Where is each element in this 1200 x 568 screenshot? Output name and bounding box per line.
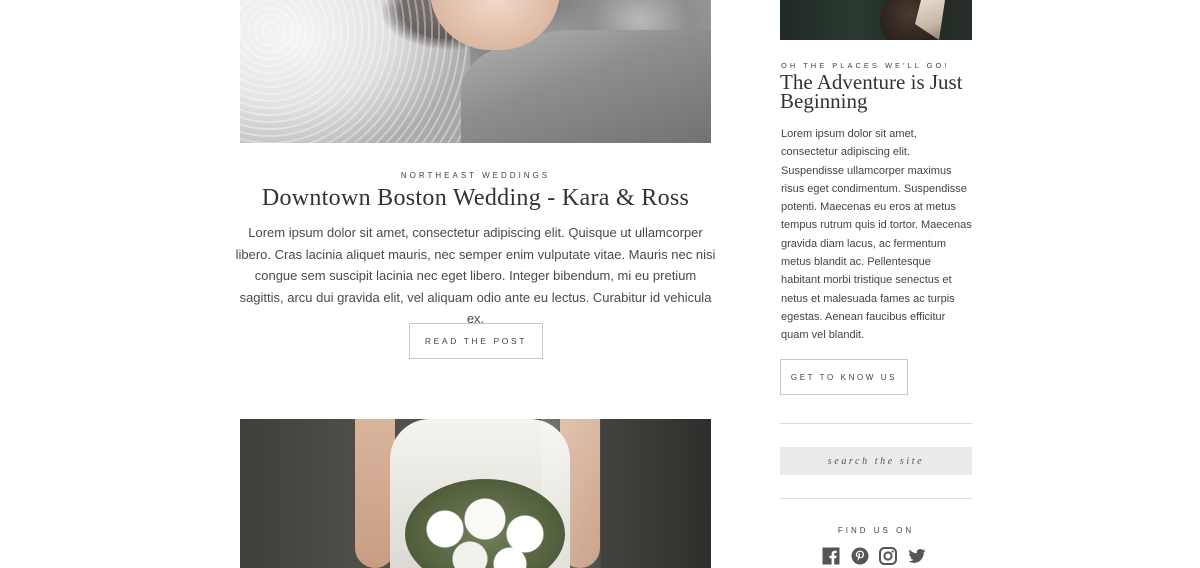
post-excerpt: Lorem ipsum dolor sit amet, consectetur … — [235, 225, 716, 326]
sidebar-divider — [780, 423, 972, 424]
search-placeholder: search the site — [827, 455, 925, 467]
sidebar-body: Lorem ipsum dolor sit amet, consectetur … — [781, 128, 972, 342]
sidebar-about-image — [780, 0, 972, 40]
post-title[interactable]: Downtown Boston Wedding - Kara & Ross — [240, 183, 711, 213]
pinterest-icon[interactable] — [851, 547, 869, 565]
blog-page: NORTHEAST WEDDINGS Downtown Boston Weddi… — [0, 0, 1200, 568]
sidebar-title: The Adventure is Just Beginning — [780, 70, 963, 113]
sidebar-divider — [780, 498, 972, 499]
search-input[interactable]: search the site — [780, 447, 972, 475]
find-us-label: FIND US ON — [837, 526, 915, 535]
sidebar-eyebrow: OH THE PLACES WE'LL GO! — [781, 61, 950, 70]
post-featured-image[interactable] — [240, 0, 711, 143]
facebook-icon[interactable] — [822, 547, 840, 565]
post-category[interactable]: NORTHEAST WEDDINGS — [240, 171, 711, 180]
image-detail-arm — [355, 419, 395, 568]
twitter-icon[interactable] — [908, 547, 926, 565]
read-the-post-button[interactable]: READ THE POST — [409, 323, 543, 359]
get-to-know-us-button[interactable]: GET TO KNOW US — [780, 359, 908, 395]
image-detail-lace — [240, 0, 470, 143]
instagram-icon[interactable] — [879, 547, 898, 565]
social-links — [822, 547, 926, 565]
next-post-image[interactable] — [240, 419, 711, 568]
